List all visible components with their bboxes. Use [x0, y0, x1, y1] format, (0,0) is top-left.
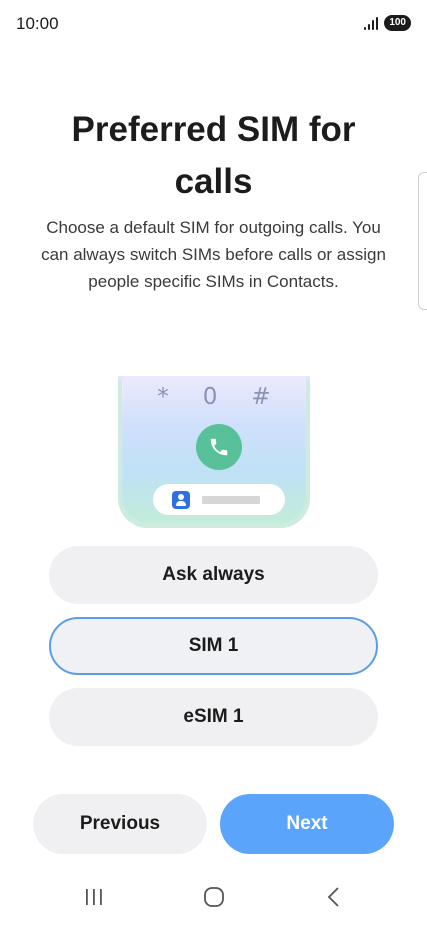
contact-icon	[172, 490, 190, 509]
contact-chip	[153, 484, 285, 515]
option-esim-1[interactable]: eSIM 1	[49, 688, 378, 746]
status-bar: 10:00 100	[0, 0, 427, 48]
status-time: 10:00	[16, 14, 59, 33]
back-icon[interactable]	[314, 884, 354, 910]
phone-call-icon	[196, 424, 242, 470]
home-icon[interactable]	[194, 884, 234, 910]
keypad-star: *	[157, 384, 169, 410]
keypad-zero: 0	[202, 384, 218, 410]
option-sim-1[interactable]: SIM 1	[49, 617, 378, 675]
previous-button[interactable]: Previous	[33, 794, 207, 854]
option-ask-always[interactable]: Ask always	[49, 546, 378, 604]
phone-screen: * 0 #	[123, 376, 305, 523]
navigation-bar	[0, 872, 427, 922]
page-title: Preferred SIM for calls	[71, 110, 356, 201]
next-button[interactable]: Next	[220, 794, 394, 854]
contact-name-placeholder	[202, 495, 260, 504]
battery-icon: 100	[384, 15, 411, 31]
edge-panel-handle[interactable]	[418, 172, 427, 310]
status-icons: 100	[364, 15, 411, 31]
dialer-illustration: * 0 #	[118, 376, 310, 528]
keypad-hash: #	[251, 384, 271, 410]
recent-apps-icon[interactable]	[74, 884, 114, 910]
page-description: Choose a default SIM for outgoing calls.…	[41, 218, 386, 291]
signal-icon	[364, 16, 379, 30]
keypad-row: * 0 #	[123, 384, 305, 410]
